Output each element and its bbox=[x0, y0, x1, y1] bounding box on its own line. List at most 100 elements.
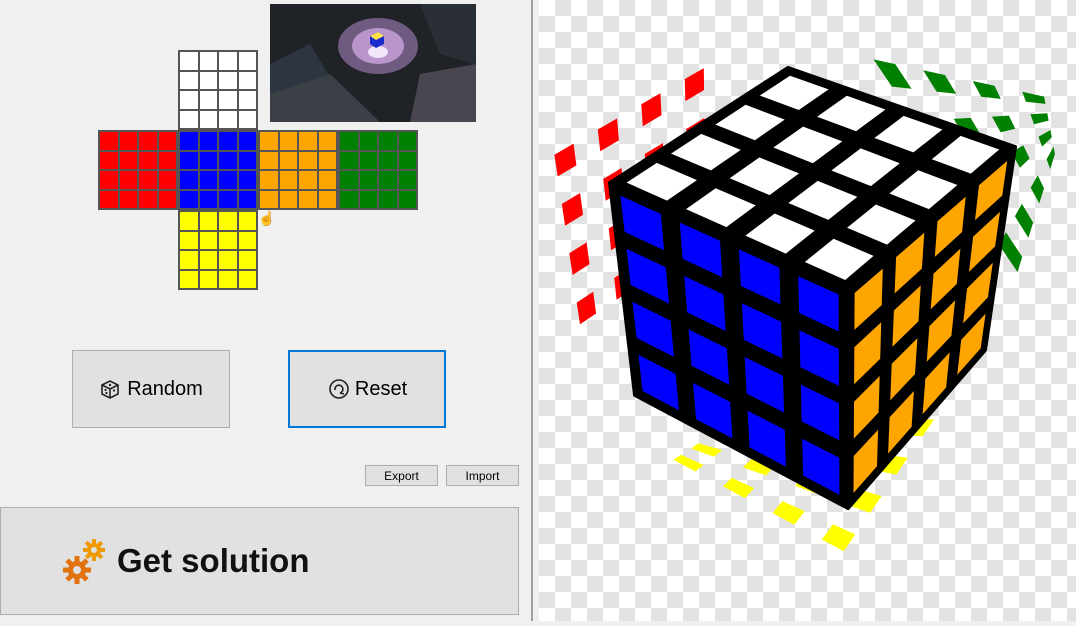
net-sticker[interactable] bbox=[118, 150, 138, 170]
reset-button[interactable]: Reset bbox=[288, 350, 446, 428]
import-button[interactable]: Import bbox=[446, 465, 519, 486]
net-sticker[interactable] bbox=[237, 250, 257, 270]
net-sticker[interactable] bbox=[397, 189, 417, 209]
cube-3d-view[interactable] bbox=[539, 0, 1076, 621]
net-sticker[interactable] bbox=[378, 131, 398, 151]
net-sticker[interactable] bbox=[99, 170, 119, 190]
net-sticker[interactable] bbox=[198, 90, 218, 110]
net-sticker[interactable] bbox=[218, 211, 238, 231]
net-sticker[interactable] bbox=[138, 150, 158, 170]
net-sticker[interactable] bbox=[298, 189, 318, 209]
net-sticker[interactable] bbox=[138, 170, 158, 190]
net-sticker[interactable] bbox=[118, 170, 138, 190]
net-sticker[interactable] bbox=[179, 150, 199, 170]
net-sticker[interactable] bbox=[259, 150, 279, 170]
net-sticker[interactable] bbox=[99, 131, 119, 151]
net-sticker[interactable] bbox=[218, 170, 238, 190]
net-sticker[interactable] bbox=[157, 189, 177, 209]
net-sticker[interactable] bbox=[179, 269, 199, 289]
net-sticker[interactable] bbox=[198, 189, 218, 209]
net-sticker[interactable] bbox=[237, 70, 257, 90]
net-sticker[interactable] bbox=[397, 131, 417, 151]
net-sticker[interactable] bbox=[118, 131, 138, 151]
net-sticker[interactable] bbox=[179, 170, 199, 190]
net-sticker[interactable] bbox=[237, 150, 257, 170]
net-sticker[interactable] bbox=[317, 170, 337, 190]
net-face-right[interactable] bbox=[258, 130, 338, 210]
net-sticker[interactable] bbox=[278, 131, 298, 151]
net-sticker[interactable] bbox=[198, 109, 218, 129]
get-solution-button[interactable]: Get solution bbox=[0, 507, 519, 615]
net-sticker[interactable] bbox=[237, 211, 257, 231]
net-sticker[interactable] bbox=[218, 269, 238, 289]
net-sticker[interactable] bbox=[218, 51, 238, 71]
net-sticker[interactable] bbox=[99, 150, 119, 170]
net-sticker[interactable] bbox=[378, 189, 398, 209]
net-sticker[interactable] bbox=[237, 131, 257, 151]
net-sticker[interactable] bbox=[397, 170, 417, 190]
random-button[interactable]: Random bbox=[72, 350, 230, 428]
net-sticker[interactable] bbox=[218, 90, 238, 110]
net-sticker[interactable] bbox=[237, 51, 257, 71]
net-sticker[interactable] bbox=[298, 131, 318, 151]
net-sticker[interactable] bbox=[138, 131, 158, 151]
net-sticker[interactable] bbox=[179, 211, 199, 231]
net-sticker[interactable] bbox=[179, 189, 199, 209]
net-sticker[interactable] bbox=[237, 170, 257, 190]
net-sticker[interactable] bbox=[358, 131, 378, 151]
net-sticker[interactable] bbox=[179, 90, 199, 110]
net-sticker[interactable] bbox=[138, 189, 158, 209]
net-sticker[interactable] bbox=[259, 131, 279, 151]
net-sticker[interactable] bbox=[278, 189, 298, 209]
net-sticker[interactable] bbox=[157, 131, 177, 151]
net-sticker[interactable] bbox=[237, 109, 257, 129]
net-sticker[interactable] bbox=[179, 109, 199, 129]
net-sticker[interactable] bbox=[179, 250, 199, 270]
net-sticker[interactable] bbox=[358, 170, 378, 190]
export-button[interactable]: Export bbox=[365, 465, 438, 486]
net-sticker[interactable] bbox=[218, 189, 238, 209]
net-sticker[interactable] bbox=[157, 150, 177, 170]
net-sticker[interactable] bbox=[179, 70, 199, 90]
net-sticker[interactable] bbox=[157, 170, 177, 190]
net-sticker[interactable] bbox=[218, 70, 238, 90]
net-sticker[interactable] bbox=[278, 170, 298, 190]
net-sticker[interactable] bbox=[358, 189, 378, 209]
net-sticker[interactable] bbox=[179, 131, 199, 151]
cube-3d-canvas[interactable] bbox=[539, 0, 1076, 621]
net-sticker[interactable] bbox=[317, 131, 337, 151]
net-sticker[interactable] bbox=[118, 189, 138, 209]
net-sticker[interactable] bbox=[237, 90, 257, 110]
net-sticker[interactable] bbox=[198, 170, 218, 190]
net-sticker[interactable] bbox=[198, 269, 218, 289]
net-sticker[interactable] bbox=[218, 131, 238, 151]
net-face-left[interactable] bbox=[98, 130, 178, 210]
net-sticker[interactable] bbox=[317, 189, 337, 209]
net-sticker[interactable] bbox=[198, 51, 218, 71]
net-sticker[interactable] bbox=[298, 150, 318, 170]
net-sticker[interactable] bbox=[259, 170, 279, 190]
net-sticker[interactable] bbox=[218, 150, 238, 170]
net-sticker[interactable] bbox=[339, 170, 359, 190]
net-sticker[interactable] bbox=[339, 189, 359, 209]
net-face-up[interactable] bbox=[178, 50, 258, 130]
net-sticker[interactable] bbox=[237, 269, 257, 289]
net-sticker[interactable] bbox=[339, 150, 359, 170]
net-sticker[interactable] bbox=[99, 189, 119, 209]
net-sticker[interactable] bbox=[237, 189, 257, 209]
net-sticker[interactable] bbox=[218, 109, 238, 129]
net-sticker[interactable] bbox=[218, 250, 238, 270]
net-face-back[interactable] bbox=[338, 130, 418, 210]
net-sticker[interactable] bbox=[378, 170, 398, 190]
net-sticker[interactable] bbox=[339, 131, 359, 151]
net-sticker[interactable] bbox=[358, 150, 378, 170]
net-sticker[interactable] bbox=[259, 189, 279, 209]
net-sticker[interactable] bbox=[237, 230, 257, 250]
net-sticker[interactable] bbox=[198, 211, 218, 231]
net-sticker[interactable] bbox=[378, 150, 398, 170]
net-sticker[interactable] bbox=[397, 150, 417, 170]
net-sticker[interactable] bbox=[198, 250, 218, 270]
net-sticker[interactable] bbox=[317, 150, 337, 170]
net-sticker[interactable] bbox=[198, 150, 218, 170]
net-sticker[interactable] bbox=[278, 150, 298, 170]
